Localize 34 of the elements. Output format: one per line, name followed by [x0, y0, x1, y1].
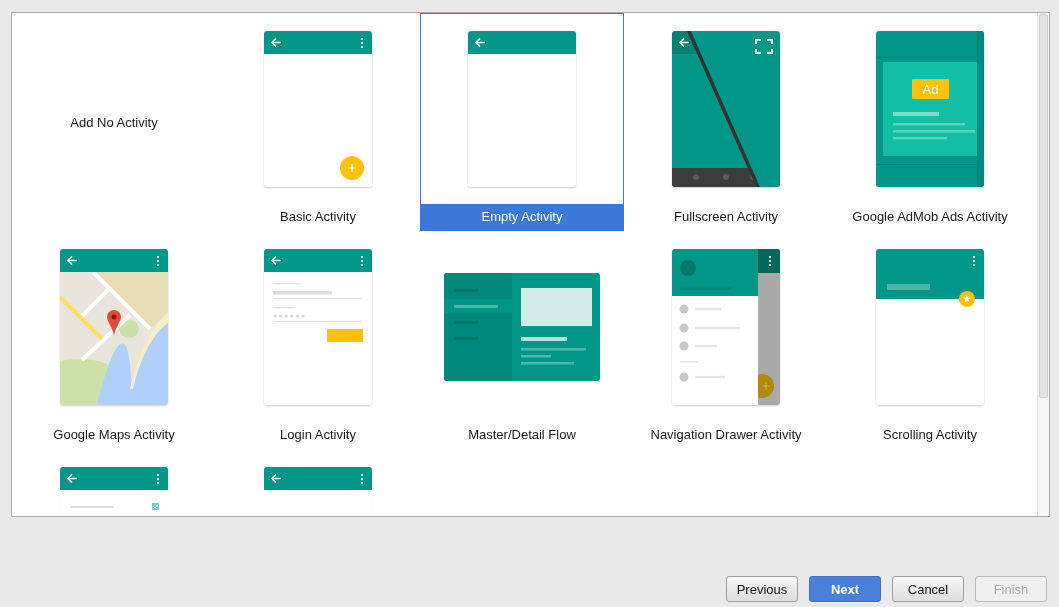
more-options-icon	[360, 255, 364, 267]
dialog-button[interactable]: Previous	[726, 576, 798, 602]
fullscreen-icon	[755, 39, 773, 54]
back-arrow-icon	[270, 37, 282, 48]
template-option[interactable]: Navigation Drawer Activity	[624, 231, 828, 449]
back-arrow-icon	[66, 255, 78, 266]
map-pin-icon	[107, 310, 121, 337]
star-circle-icon	[959, 291, 975, 307]
back-arrow-icon	[678, 37, 690, 48]
more-options-icon	[360, 473, 364, 485]
default-button[interactable]: Next	[809, 576, 881, 602]
more-options-icon	[768, 255, 772, 267]
template-option[interactable]: Ad Google AdMob Ads Activity	[828, 13, 1032, 231]
more-options-icon	[156, 255, 160, 267]
back-arrow-icon	[270, 473, 282, 484]
template-option[interactable]: Scrolling Activity	[828, 231, 1032, 449]
more-options-icon	[156, 473, 160, 485]
tick-box-icon	[152, 503, 159, 510]
template-option[interactable]: Fullscreen Activity	[624, 13, 828, 231]
template-option[interactable]: Empty Activity	[420, 13, 624, 231]
template-option[interactable]: Login Activity	[216, 231, 420, 449]
scrollbar-thumb[interactable]	[1039, 14, 1048, 398]
more-options-icon	[972, 255, 976, 267]
back-arrow-icon	[270, 255, 282, 266]
template-option[interactable]: Google Maps Activity	[12, 231, 216, 449]
dialog-button[interactable]: Cancel	[892, 576, 964, 602]
template-option[interactable]: Add No Activity	[12, 13, 216, 231]
more-options-icon	[360, 37, 364, 49]
template-option[interactable]: Basic Activity	[216, 13, 420, 231]
plus-circle-icon	[340, 156, 364, 180]
template-option[interactable]: Master/Detail Flow	[420, 231, 624, 449]
back-arrow-icon	[474, 37, 486, 48]
ad-banner: Ad	[912, 79, 949, 99]
back-arrow-icon	[66, 473, 78, 484]
